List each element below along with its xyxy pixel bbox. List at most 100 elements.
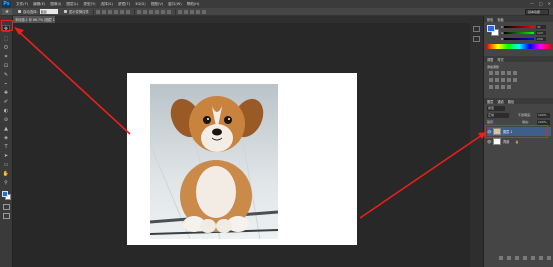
tab-swatches[interactable]: 色板: [497, 17, 503, 22]
3d-drag-icon[interactable]: [196, 9, 201, 14]
photo-filter-icon[interactable]: [507, 78, 511, 82]
layer-mask-icon[interactable]: [515, 256, 519, 260]
blur-tool-icon[interactable]: ◈: [2, 134, 10, 141]
crop-tool-icon[interactable]: ⊡: [2, 62, 10, 69]
workspace-switcher[interactable]: 基本功能: [525, 9, 549, 15]
menu-edit[interactable]: 编辑(E): [33, 2, 45, 7]
channel-g-value[interactable]: 123: [536, 30, 546, 35]
eyedropper-tool-icon[interactable]: ✎: [2, 71, 10, 78]
eraser-tool-icon[interactable]: ⊘: [2, 116, 10, 123]
move-tool-preset[interactable]: ✥: [2, 8, 12, 15]
auto-select-dropdown[interactable]: 图层: [39, 9, 58, 14]
exposure-icon[interactable]: [507, 71, 511, 75]
distribute-top-icon[interactable]: [137, 9, 142, 14]
type-tool-icon[interactable]: T: [2, 143, 10, 150]
distribute-middle-icon[interactable]: [143, 9, 148, 14]
menu-window[interactable]: 窗口(W): [168, 2, 182, 7]
healing-brush-tool-icon[interactable]: ⌁: [2, 80, 10, 87]
history-brush-tool-icon[interactable]: ◐: [2, 107, 10, 114]
slider-r[interactable]: [504, 25, 534, 28]
channel-mixer-icon[interactable]: [513, 78, 517, 82]
auto-select-checkbox[interactable]: [18, 10, 21, 13]
rectangle-tool-icon[interactable]: ▭: [2, 161, 10, 168]
clone-stamp-tool-icon[interactable]: ✐: [2, 98, 10, 105]
path-selection-tool-icon[interactable]: ➤: [2, 152, 10, 159]
foreground-color-chip[interactable]: [487, 25, 495, 32]
color-balance-icon[interactable]: [495, 78, 499, 82]
opacity-field[interactable]: 100%: [537, 113, 550, 118]
quick-mask-icon[interactable]: [3, 204, 10, 210]
align-center-icon[interactable]: [120, 9, 125, 14]
align-left-icon[interactable]: [114, 9, 119, 14]
menu-image[interactable]: 图像(I): [50, 2, 61, 7]
visibility-eye-icon[interactable]: 👁: [487, 140, 491, 144]
gradient-tool-icon[interactable]: ▲: [2, 125, 10, 132]
threshold-icon[interactable]: [501, 85, 505, 89]
align-bottom-icon[interactable]: [108, 9, 113, 14]
hand-tool-icon[interactable]: ✋: [2, 170, 10, 177]
slider-g[interactable]: [504, 31, 534, 34]
lasso-tool-icon[interactable]: ʘ: [2, 44, 10, 51]
layer-name[interactable]: 背景: [503, 139, 509, 144]
brightness-contrast-icon[interactable]: [489, 71, 493, 75]
menu-3d[interactable]: 3D(D): [135, 2, 146, 6]
show-transform-checkbox[interactable]: [63, 10, 67, 13]
menu-help[interactable]: 帮助(H): [187, 2, 200, 7]
brush-tool-icon[interactable]: ✚: [2, 89, 10, 96]
vibrance-icon[interactable]: [513, 71, 517, 75]
distribute-center-icon[interactable]: [161, 9, 166, 14]
properties-panel-icon[interactable]: [473, 36, 480, 42]
layer-filter-kind[interactable]: 类型: [487, 106, 505, 111]
posterize-icon[interactable]: [495, 85, 499, 89]
menu-type[interactable]: 类型(Y): [83, 2, 95, 7]
distribute-bottom-icon[interactable]: [149, 9, 154, 14]
distribute-right-icon[interactable]: [167, 9, 172, 14]
menu-filter[interactable]: 滤镜(T): [118, 2, 130, 7]
zoom-tool-icon[interactable]: ⚲: [2, 179, 10, 186]
adjustment-layer-icon[interactable]: [523, 256, 527, 260]
slider-b[interactable]: [504, 37, 534, 40]
tab-color[interactable]: 颜色: [487, 17, 493, 22]
maximize-icon[interactable]: □: [539, 1, 543, 6]
screen-mode-icon[interactable]: [3, 213, 10, 219]
menu-file[interactable]: 文件(F): [16, 2, 28, 7]
history-panel-icon[interactable]: [473, 26, 480, 32]
puppy-photo[interactable]: [150, 84, 278, 239]
tab-styles[interactable]: 样式: [497, 57, 503, 62]
delete-layer-icon[interactable]: [547, 256, 551, 260]
link-layers-icon[interactable]: [499, 256, 503, 260]
invert-icon[interactable]: [489, 85, 493, 89]
menu-layer[interactable]: 图层(L): [66, 2, 78, 7]
quick-select-tool-icon[interactable]: ⌗: [2, 53, 10, 60]
tab-adjustments[interactable]: 调整: [487, 57, 493, 62]
align-right-icon[interactable]: [126, 9, 131, 14]
levels-icon[interactable]: [495, 71, 499, 75]
3d-rotate-icon[interactable]: [184, 9, 189, 14]
menu-select[interactable]: 选择(S): [101, 2, 113, 7]
new-group-icon[interactable]: [531, 256, 535, 260]
tab-paths[interactable]: 路径: [508, 99, 514, 104]
3d-mode-icon[interactable]: [178, 9, 183, 14]
3d-slide-icon[interactable]: [202, 9, 207, 14]
layer-style-icon[interactable]: [507, 256, 511, 260]
3d-roll-icon[interactable]: [190, 9, 195, 14]
color-spectrum-bar[interactable]: [487, 44, 551, 49]
close-icon[interactable]: ✕: [548, 1, 551, 6]
tab-channels[interactable]: 通道: [497, 99, 503, 104]
foreground-color-swatch[interactable]: [2, 191, 8, 197]
tab-layers[interactable]: 图层: [487, 99, 493, 104]
menu-view[interactable]: 视图(V): [151, 2, 163, 7]
gradient-map-icon[interactable]: [507, 85, 511, 89]
distribute-left-icon[interactable]: [155, 9, 160, 14]
align-middle-icon[interactable]: [102, 9, 107, 14]
curves-icon[interactable]: [501, 71, 505, 75]
hue-saturation-icon[interactable]: [489, 78, 493, 82]
black-white-icon[interactable]: [501, 78, 505, 82]
layer-row-background[interactable]: 👁 背景 🔒: [487, 137, 551, 146]
channel-b-value[interactable]: 230: [536, 36, 546, 41]
align-top-icon[interactable]: [96, 9, 101, 14]
marquee-tool-icon[interactable]: ⬚: [2, 35, 10, 42]
minimize-icon[interactable]: —: [530, 1, 534, 6]
new-layer-icon[interactable]: [539, 256, 543, 260]
channel-r-value[interactable]: 31: [536, 24, 546, 29]
